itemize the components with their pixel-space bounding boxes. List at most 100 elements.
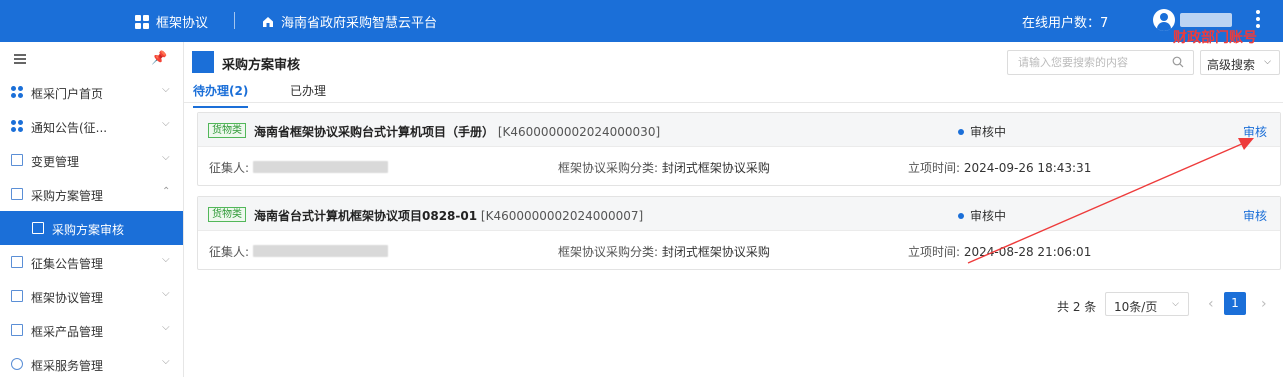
project-name[interactable]: 海南省框架协议采购台式计算机项目（手册） xyxy=(254,125,494,139)
menu-toggle-icon[interactable] xyxy=(14,54,26,66)
solicitor-redacted xyxy=(252,245,388,257)
chevron-down-icon: ⌵ xyxy=(162,356,170,367)
category-tag: 货物类 xyxy=(208,207,246,222)
project-code: [K4600000002024000007] xyxy=(480,209,644,223)
time-value: 2024-09-26 18:43:31 xyxy=(963,161,1092,175)
chevron-down-icon: ⌵ xyxy=(162,84,170,95)
advanced-search-label: 高级搜索 xyxy=(1207,58,1256,72)
card-details: 征集人: 框架协议采购分类: 封闭式框架协议采购 立项时间: 2024-09-2… xyxy=(198,147,1280,185)
page-number-current[interactable]: 1 xyxy=(1224,292,1246,315)
sidebar-item-label: 采购方案管理 xyxy=(31,189,104,203)
sidebar-item-portal-home[interactable]: 框采门户首页 ⌵ xyxy=(0,75,183,109)
prev-page-icon[interactable]: ‹ xyxy=(1208,296,1214,312)
review-button[interactable]: 审核 xyxy=(1243,123,1267,140)
advanced-search-button[interactable]: 高级搜索 ⌵ xyxy=(1200,50,1280,75)
sidebar-item-framework-agreement[interactable]: 框架协议管理 ⌵ xyxy=(0,279,183,313)
next-page-icon[interactable]: › xyxy=(1261,296,1267,312)
chevron-down-icon: ⌵ xyxy=(162,118,170,129)
status-text: 审核中 xyxy=(970,209,1007,223)
sidebar-item-label: 框架协议管理 xyxy=(31,291,104,305)
time-label: 立项时间: xyxy=(908,161,961,175)
page-size-select[interactable]: 10条/页 ⌵ xyxy=(1105,292,1189,316)
total-count: 共 2 条 xyxy=(1057,300,1097,314)
platform-link[interactable]: 海南省政府采购智慧云平台 xyxy=(262,12,437,31)
main-content: 采购方案审核 高级搜索 ⌵ 待办理(2) 已办理 货物类 海南省框架协议采购台式… xyxy=(184,42,1283,377)
sidebar-item-label: 变更管理 xyxy=(31,155,80,169)
card-header: 货物类 海南省框架协议采购台式计算机项目（手册） [K4600000002024… xyxy=(198,113,1280,147)
sidebar-item-services[interactable]: 框采服务管理 ⌵ xyxy=(0,347,183,381)
project-title[interactable]: 海南省框架协议采购台式计算机项目（手册） [K46000000020240000… xyxy=(254,123,660,140)
sidebar-item-label: 征集公告管理 xyxy=(31,257,104,271)
status-text: 审核中 xyxy=(970,125,1007,139)
sidebar-item-label: 框采服务管理 xyxy=(31,359,104,373)
status-badge: 审核中 xyxy=(958,123,1006,140)
search-box[interactable] xyxy=(1007,50,1194,75)
sidebar-header: 📌 xyxy=(0,42,183,75)
search-input[interactable] xyxy=(1008,51,1168,74)
user-name-redacted[interactable] xyxy=(1180,13,1232,27)
home-icon xyxy=(263,16,273,27)
service-icon xyxy=(11,358,23,370)
list-item: 货物类 海南省台式计算机框架协议项目0828-01 [K460000000202… xyxy=(197,196,1281,270)
time-value: 2024-08-28 21:06:01 xyxy=(963,245,1092,259)
divider xyxy=(234,12,235,29)
solicitor-field: 征集人: xyxy=(209,159,388,176)
search-icon[interactable] xyxy=(1172,56,1184,68)
sidebar-item-change-management[interactable]: 变更管理 ⌵ xyxy=(0,143,183,177)
change-icon xyxy=(11,154,23,166)
page-size-value: 10条/页 xyxy=(1114,300,1158,314)
category-value: 封闭式框架协议采购 xyxy=(661,161,770,175)
tab-pending[interactable]: 待办理(2) xyxy=(193,82,249,108)
project-code: [K4600000002024000030] xyxy=(497,125,661,139)
dots-icon xyxy=(11,86,23,98)
solicitor-redacted xyxy=(252,161,388,173)
tab-done[interactable]: 已办理 xyxy=(290,82,326,99)
time-label: 立项时间: xyxy=(908,245,961,259)
sidebar-item-notices[interactable]: 通知公告(征... ⌵ xyxy=(0,109,183,143)
online-users: 在线用户数：7 xyxy=(1022,16,1109,31)
title-marker xyxy=(192,51,214,73)
pin-icon[interactable]: 📌 xyxy=(151,51,167,66)
solicitor-field: 征集人: xyxy=(209,243,388,260)
sidebar: 📌 框采门户首页 ⌵ 通知公告(征... ⌵ 变更管理 ⌵ 采购方案管理 ⌃ 采… xyxy=(0,42,184,377)
category-tag: 货物类 xyxy=(208,123,246,138)
app-switcher[interactable]: 框架协议 xyxy=(135,12,208,31)
sidebar-item-products[interactable]: 框采产品管理 ⌵ xyxy=(0,313,183,347)
sidebar-item-plan-review[interactable]: 采购方案审核 xyxy=(0,211,183,245)
category-label: 框架协议采购分类: xyxy=(558,245,659,259)
sidebar-item-label: 采购方案审核 xyxy=(52,223,125,237)
top-bar: 框架协议 海南省政府采购智慧云平台 在线用户数：7 xyxy=(0,0,1283,42)
platform-name: 海南省政府采购智慧云平台 xyxy=(281,16,438,31)
more-menu-icon[interactable] xyxy=(1255,10,1261,28)
time-field: 立项时间: 2024-09-26 18:43:31 xyxy=(908,159,1091,176)
page-title: 采购方案审核 xyxy=(222,58,301,73)
folder-icon xyxy=(11,256,23,268)
project-name[interactable]: 海南省台式计算机框架协议项目0828-01 xyxy=(254,209,477,223)
app-name: 框架协议 xyxy=(156,16,209,31)
status-badge: 审核中 xyxy=(958,207,1006,224)
sidebar-item-procurement-plan[interactable]: 采购方案管理 ⌃ xyxy=(0,177,183,211)
apps-grid-icon xyxy=(135,14,149,29)
category-value: 封闭式框架协议采购 xyxy=(661,245,770,259)
card-details: 征集人: 框架协议采购分类: 封闭式框架协议采购 立项时间: 2024-08-2… xyxy=(198,231,1280,269)
category-label: 框架协议采购分类: xyxy=(558,161,659,175)
chevron-down-icon: ⌵ xyxy=(1264,57,1271,67)
chevron-up-icon: ⌃ xyxy=(162,186,171,197)
chevron-down-icon: ⌵ xyxy=(1172,299,1179,309)
card-header: 货物类 海南省台式计算机框架协议项目0828-01 [K460000000202… xyxy=(198,197,1280,231)
project-title[interactable]: 海南省台式计算机框架协议项目0828-01 [K4600000002024000… xyxy=(254,207,643,224)
doc-icon xyxy=(32,222,44,234)
contract-icon xyxy=(11,290,23,302)
dots-icon xyxy=(11,120,23,132)
chevron-down-icon: ⌵ xyxy=(162,322,170,333)
avatar[interactable] xyxy=(1153,9,1175,31)
chevron-down-icon: ⌵ xyxy=(162,254,170,265)
doc-icon xyxy=(11,188,23,200)
time-field: 立项时间: 2024-08-28 21:06:01 xyxy=(908,243,1091,260)
sidebar-item-solicitation[interactable]: 征集公告管理 ⌵ xyxy=(0,245,183,279)
list-item: 货物类 海南省框架协议采购台式计算机项目（手册） [K4600000002024… xyxy=(197,112,1281,186)
solicitor-label: 征集人: xyxy=(209,245,250,259)
tab-bar: 待办理(2) 已办理 xyxy=(184,78,1283,108)
chevron-down-icon: ⌵ xyxy=(162,288,170,299)
review-button[interactable]: 审核 xyxy=(1243,207,1267,224)
